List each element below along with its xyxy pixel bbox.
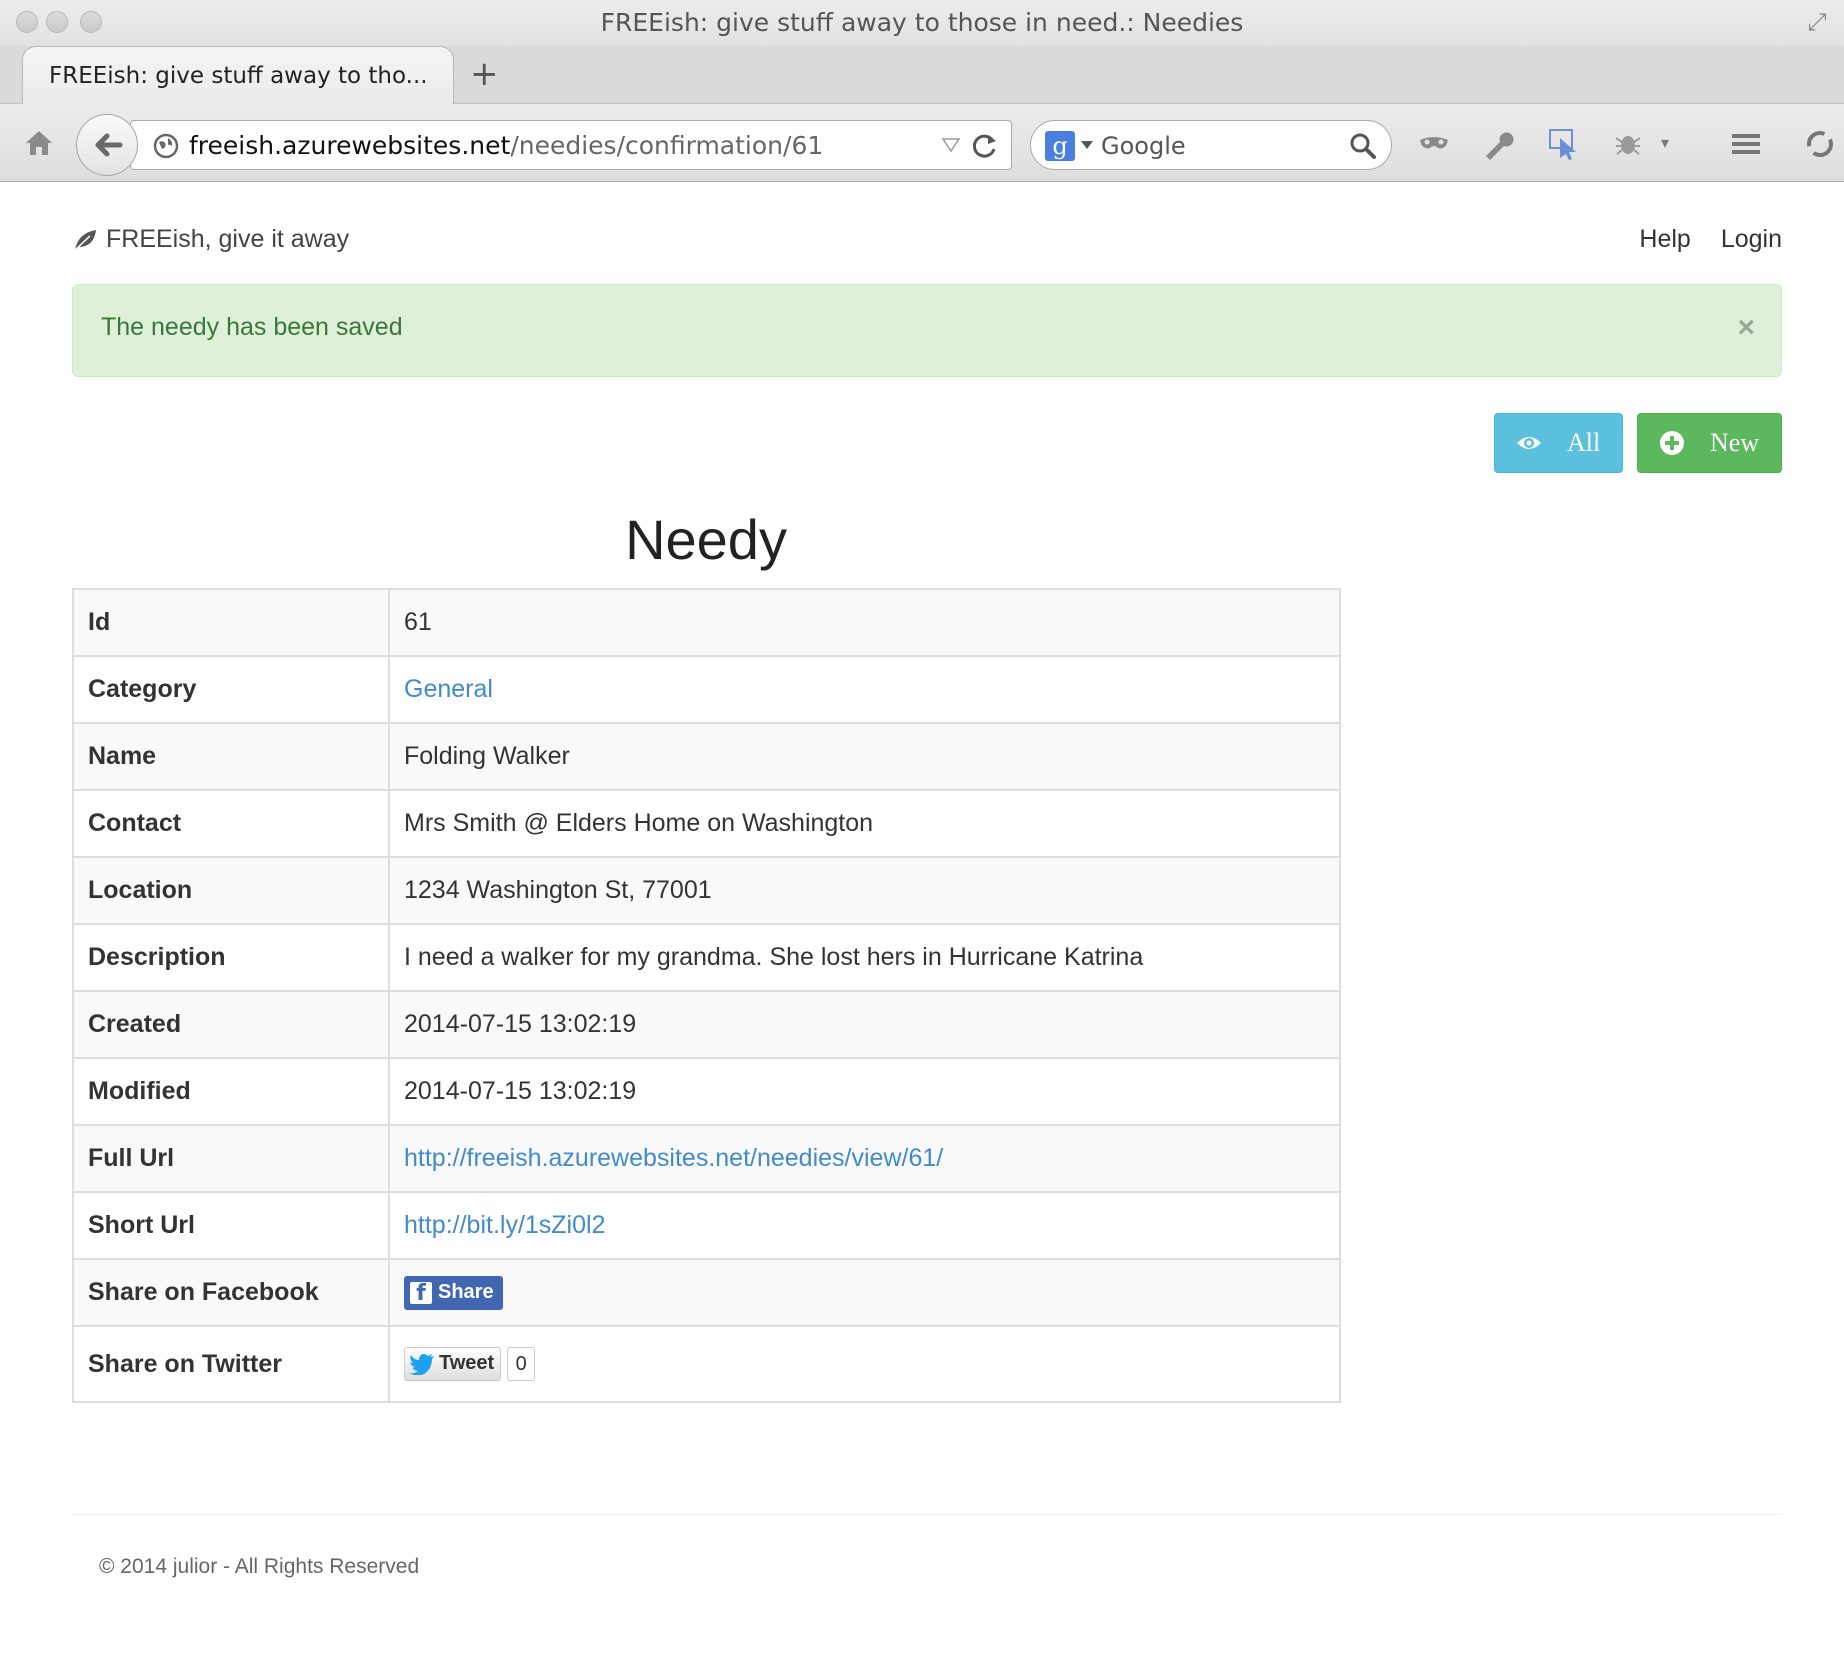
- chevron-down-icon[interactable]: [1081, 141, 1093, 149]
- tweet-count: 0: [507, 1346, 536, 1381]
- needy-detail-table: Id 61 Category General Name Folding Walk…: [72, 588, 1341, 1403]
- row-key-category: Category: [72, 655, 390, 724]
- chevron-down-icon[interactable]: ▾: [1655, 126, 1675, 162]
- row-key-modified: Modified: [72, 1057, 390, 1126]
- table-row: Short Url http://bit.ly/1sZi0l2: [72, 1191, 1341, 1260]
- home-icon[interactable]: [22, 126, 56, 160]
- url-text[interactable]: freeish.azurewebsites.net/needies/confir…: [189, 131, 823, 160]
- bug-icon[interactable]: [1610, 126, 1646, 162]
- table-row: Share on Facebook f Share: [72, 1258, 1341, 1327]
- plus-circle-icon: [1660, 431, 1684, 455]
- menu-icon[interactable]: [1728, 126, 1764, 162]
- fullscreen-icon[interactable]: ⤢: [1804, 10, 1830, 36]
- table-row: Share on Twitter Tweet 0: [72, 1325, 1341, 1403]
- short-url-link[interactable]: http://bit.ly/1sZi0l2: [404, 1211, 605, 1239]
- wrench-icon[interactable]: [1480, 126, 1516, 162]
- row-key-description: Description: [72, 923, 390, 992]
- back-button[interactable]: [76, 114, 138, 176]
- leaf-icon: [74, 229, 96, 251]
- footer-copyright: © 2014 julior - All Rights Reserved: [99, 1555, 420, 1578]
- window-title: FREEish: give stuff away to those in nee…: [600, 8, 1244, 37]
- search-bar[interactable]: g Google: [1030, 120, 1392, 170]
- page-title: Needy: [625, 508, 787, 571]
- table-row: Created 2014-07-15 13:02:19: [72, 990, 1341, 1059]
- view-all-button[interactable]: All: [1494, 413, 1623, 473]
- row-key-location: Location: [72, 856, 390, 925]
- nav-login-link[interactable]: Login: [1721, 225, 1782, 254]
- pointer-icon[interactable]: [1546, 126, 1582, 162]
- new-needy-label: New: [1710, 428, 1760, 457]
- row-value-location: 1234 Washington St, 77001: [388, 856, 1341, 925]
- window-titlebar: FREEish: give stuff away to those in nee…: [0, 0, 1844, 46]
- row-value-description: I need a walker for my grandma. She lost…: [388, 923, 1341, 992]
- tab-strip: FREEish: give stuff away to tho... +: [0, 46, 1844, 104]
- row-value-modified: 2014-07-15 13:02:19: [388, 1057, 1341, 1126]
- success-alert: The needy has been saved ×: [72, 284, 1782, 377]
- back-arrow-icon: [95, 133, 123, 157]
- row-key-full-url: Full Url: [72, 1124, 390, 1193]
- new-tab-button[interactable]: +: [470, 54, 499, 94]
- globe-icon: [153, 133, 179, 159]
- browser-toolbar: freeish.azurewebsites.net/needies/confir…: [0, 104, 1844, 182]
- table-row: Modified 2014-07-15 13:02:19: [72, 1057, 1341, 1126]
- full-url-link[interactable]: http://freeish.azurewebsites.net/needies…: [404, 1144, 943, 1172]
- search-input[interactable]: Google: [1101, 132, 1186, 160]
- tweet-label: Tweet: [439, 1352, 495, 1374]
- nav-help-link[interactable]: Help: [1639, 225, 1690, 254]
- facebook-share-button[interactable]: f Share: [404, 1275, 503, 1310]
- table-row: Location 1234 Washington St, 77001: [72, 856, 1341, 925]
- url-history-dropdown-icon[interactable]: [941, 137, 961, 153]
- row-value-created: 2014-07-15 13:02:19: [388, 990, 1341, 1059]
- table-row: Contact Mrs Smith @ Elders Home on Washi…: [72, 789, 1341, 858]
- url-path: /needies/confirmation/61: [510, 131, 824, 160]
- site-nav: Help Login: [1639, 225, 1782, 254]
- row-value-contact: Mrs Smith @ Elders Home on Washington: [388, 789, 1341, 858]
- url-bar[interactable]: freeish.azurewebsites.net/needies/confir…: [130, 120, 1012, 170]
- table-row: Name Folding Walker: [72, 722, 1341, 791]
- row-key-id: Id: [72, 588, 390, 657]
- row-key-contact: Contact: [72, 789, 390, 858]
- twitter-bird-icon: [409, 1353, 434, 1375]
- table-row: Category General: [72, 655, 1341, 724]
- page-content: FREEish, give it away Help Login The nee…: [0, 183, 1844, 1666]
- row-key-name: Name: [72, 722, 390, 791]
- brand-label: FREEish, give it away: [106, 225, 350, 253]
- facebook-share-label: Share: [438, 1281, 494, 1303]
- eye-icon: [1517, 437, 1541, 449]
- view-all-label: All: [1567, 428, 1601, 457]
- footer-divider: [72, 1514, 1782, 1515]
- row-key-share-facebook: Share on Facebook: [72, 1258, 390, 1327]
- mask-icon[interactable]: [1416, 126, 1452, 162]
- row-value-name: Folding Walker: [388, 722, 1341, 791]
- close-icon[interactable]: ×: [1737, 313, 1755, 343]
- row-key-created: Created: [72, 990, 390, 1059]
- new-needy-button[interactable]: New: [1637, 413, 1782, 473]
- tab-label: FREEish: give stuff away to tho...: [49, 63, 428, 89]
- search-icon[interactable]: [1349, 132, 1377, 160]
- twitter-share-widget: Tweet 0: [404, 1346, 536, 1381]
- url-host: freeish.azurewebsites.net: [189, 131, 511, 160]
- row-key-short-url: Short Url: [72, 1191, 390, 1260]
- row-key-share-twitter: Share on Twitter: [72, 1325, 390, 1403]
- row-value-id: 61: [388, 588, 1341, 657]
- table-row: Description I need a walker for my grand…: [72, 923, 1341, 992]
- tweet-button[interactable]: Tweet: [404, 1346, 502, 1381]
- alert-message: The needy has been saved: [101, 313, 403, 341]
- reload-icon[interactable]: [971, 132, 999, 160]
- category-link[interactable]: General: [404, 675, 493, 703]
- facebook-icon: f: [410, 1281, 432, 1305]
- tab-active[interactable]: FREEish: give stuff away to tho...: [22, 46, 454, 104]
- site-brand[interactable]: FREEish, give it away: [72, 225, 349, 254]
- table-row: Id 61: [72, 588, 1341, 657]
- table-row: Full Url http://freeish.azurewebsites.ne…: [72, 1124, 1341, 1193]
- google-icon[interactable]: g: [1045, 131, 1075, 161]
- sync-icon[interactable]: [1802, 126, 1838, 162]
